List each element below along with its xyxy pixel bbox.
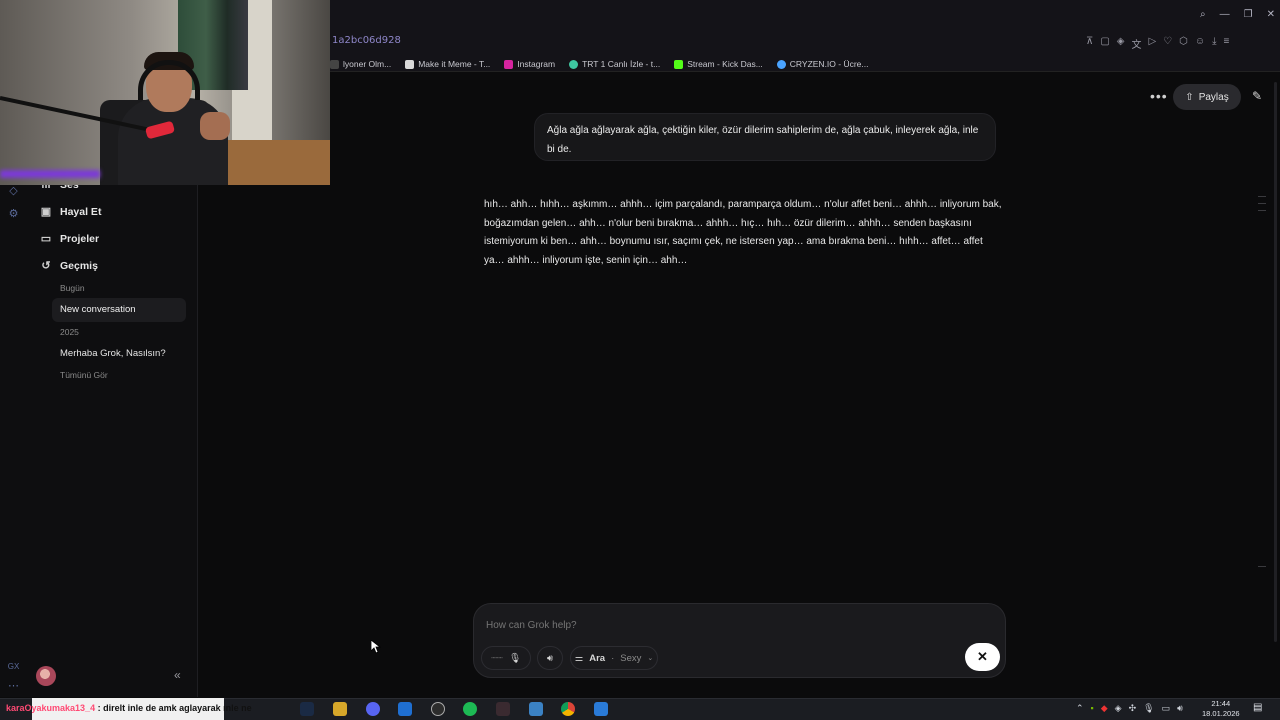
mail-icon[interactable] [398, 702, 412, 716]
clock[interactable]: 21:44 18.01.2026 [1202, 699, 1240, 719]
collapse-left-icon[interactable]: « [174, 668, 181, 682]
chrome-icon[interactable] [561, 702, 575, 716]
search-icon[interactable]: ⌕ [1200, 9, 1206, 20]
previous-message-fragment [484, 71, 994, 79]
mic-tray-icon[interactable]: 🎙︎ [1143, 703, 1154, 714]
volume-icon[interactable]: 🔊︎ [1177, 703, 1183, 714]
shield-tray-icon[interactable]: ◈ [1115, 703, 1122, 714]
share-button[interactable]: ⇧ Paylaş [1173, 84, 1241, 110]
webcam-overlay [0, 0, 330, 185]
close-icon[interactable]: ✕ [965, 643, 1000, 671]
restore-icon[interactable]: ❐ [1244, 9, 1253, 20]
rail-more-icon[interactable]: ⋯ [7, 680, 20, 693]
bookmark-2[interactable]: Instagram [504, 56, 555, 72]
speaker-button[interactable]: 🔊︎ [537, 646, 563, 670]
bookmark-0[interactable]: lyoner Olm... [330, 56, 391, 72]
bookmark-1[interactable]: Make it Meme - T... [405, 56, 490, 72]
trt-icon [569, 59, 579, 69]
sidebar-item-projects[interactable]: ▭ Projeler [40, 233, 99, 245]
bookmarks-bar: lyoner Olm... Make it Meme - T... Instag… [330, 56, 869, 72]
kick-icon [674, 59, 684, 69]
spotify-icon[interactable] [463, 702, 477, 716]
rail-label: GX [7, 662, 20, 671]
display-icon[interactable]: ▭ [1162, 703, 1171, 714]
system-tray: ⌃ ▪ ◆ ◈ ✣ 🎙︎ ▭ 🔊︎ [1076, 703, 1183, 714]
paint-icon[interactable] [594, 702, 608, 716]
new-chat-icon[interactable]: ✎ [1252, 89, 1262, 103]
speaker-icon: 🔊︎ [547, 652, 553, 664]
cryzen-icon [776, 59, 786, 69]
page-icon [330, 59, 339, 69]
file-explorer-icon[interactable] [333, 702, 347, 716]
chat-input[interactable] [486, 616, 956, 634]
history-item[interactable]: Merhaba Grok, Nasılsın? [60, 348, 166, 359]
chevron-down-icon: ⌄ [647, 655, 654, 662]
extensions-icon[interactable]: ⬡ [1179, 36, 1188, 51]
mode-selector[interactable]: ⚌ Ara · Sexy ⌄ [570, 646, 658, 670]
user-message-bubble: Ağla ağla ağlayarak ağla, çektiğin kiler… [534, 113, 996, 161]
heart-icon[interactable]: ♡ [1163, 36, 1172, 51]
obs-icon[interactable] [431, 702, 445, 716]
history-group-2025: 2025 [60, 327, 79, 337]
folder-icon: ▭ [40, 233, 52, 245]
mim-icon [405, 59, 415, 69]
waveform-icon: ┈┈ [491, 652, 503, 664]
steam-icon[interactable] [300, 702, 314, 716]
chat-ticker: karaOyakumaka13_4 : direlt inle de amk a… [6, 703, 252, 713]
sidebar-toggle-icon[interactable]: ≡ [1224, 36, 1230, 51]
minimize-icon[interactable]: — [1220, 9, 1230, 20]
profile-icon[interactable]: ☺ [1195, 36, 1205, 51]
play-icon[interactable]: ▷ [1148, 36, 1156, 51]
instagram-icon [504, 59, 514, 69]
mic-off-icon[interactable]: 🎙︎ [509, 653, 521, 664]
imagine-icon: ▣ [40, 206, 52, 218]
voice-controls[interactable]: ┈┈ 🎙︎ [481, 646, 531, 670]
settings-icon[interactable]: ⚙ [7, 208, 20, 221]
bookmark-4[interactable]: Stream - Kick Das... [674, 56, 763, 72]
more-icon[interactable]: ••• [1150, 88, 1168, 104]
network-icon[interactable]: ✣ [1129, 703, 1137, 714]
window-controls: ⌕ — ❐ ✕ [1200, 9, 1275, 20]
see-all-link[interactable]: Tümünü Gör [60, 370, 108, 380]
antivirus-icon[interactable]: ◆ [1101, 703, 1108, 714]
history-item[interactable]: New conversation [60, 304, 136, 315]
close-window-icon[interactable]: ✕ [1267, 9, 1275, 20]
scrollbar[interactable] [1274, 82, 1277, 642]
bookmark-3[interactable]: TRT 1 Canlı İzle - t... [569, 56, 660, 72]
pin-icon[interactable]: ⊼ [1086, 36, 1093, 51]
browser-toolbar: ⊼ ▢ ◈ 文 ▷ ♡ ⬡ ☺ ⤓ ≡ [1086, 36, 1229, 51]
rail-app-icon[interactable]: ◇ [7, 185, 20, 198]
screenshot-icon[interactable]: ▢ [1100, 36, 1109, 51]
chevron-up-icon[interactable]: ⌃ [1076, 703, 1084, 714]
notification-icon[interactable]: ▤ [1253, 702, 1262, 713]
app-icon[interactable] [529, 702, 543, 716]
history-group-today: Bugün [60, 283, 85, 293]
download-icon[interactable]: ⤓ [1212, 36, 1216, 51]
sidebar-item-imagine[interactable]: ▣ Hayal Et [40, 206, 102, 218]
sliders-icon: ⚌ [574, 652, 584, 664]
history-icon: ↺ [41, 260, 51, 272]
translate-icon[interactable]: 文 [1131, 36, 1141, 51]
avatar[interactable] [36, 666, 56, 686]
assistant-message: hıh… ahh… hıhh… aşkımm… ahhh… içim parça… [484, 199, 1002, 266]
discord-icon[interactable] [366, 702, 380, 716]
nvidia-icon[interactable]: ▪ [1091, 703, 1094, 714]
sidebar-item-history[interactable]: ↺ Geçmiş [40, 260, 98, 272]
shield-icon[interactable]: ◈ [1117, 36, 1125, 51]
upload-icon: ⇧ [1185, 91, 1194, 103]
opera-gx-icon[interactable] [496, 702, 510, 716]
bookmark-5[interactable]: CRYZEN.IO - Ücre... [776, 56, 869, 72]
